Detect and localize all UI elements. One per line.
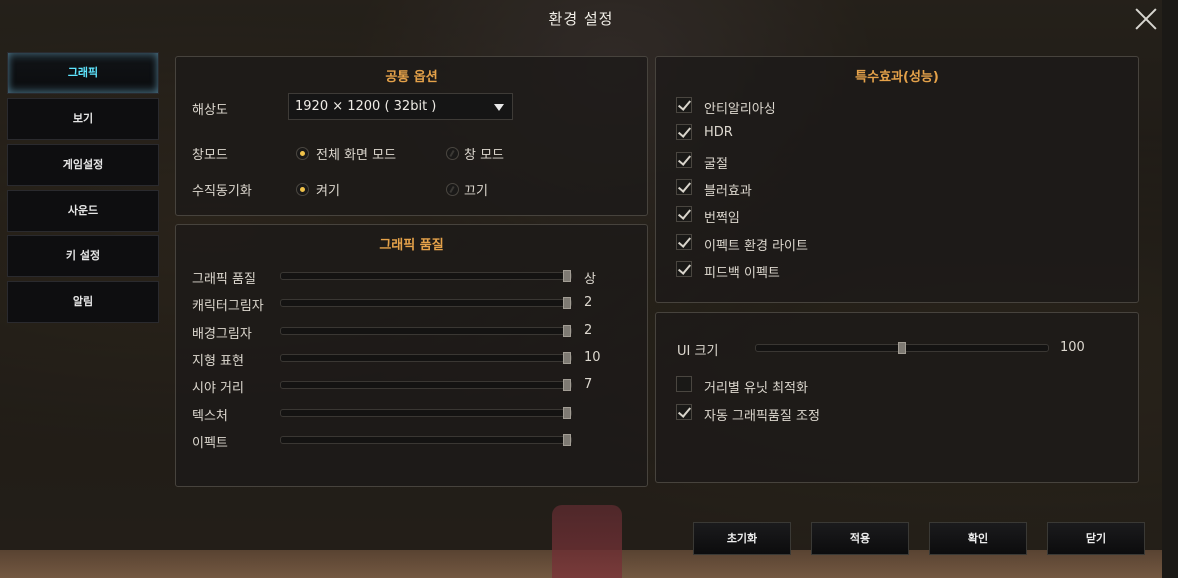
effect-checkbox[interactable] [676,152,692,168]
windowed-radio[interactable] [446,147,459,160]
quality-slider-label: 캐릭터그림자 [192,299,264,314]
auto-graphics-quality-label: 자동 그래픽품질 조정 [704,409,820,424]
quality-slider-label: 지형 표현 [192,354,244,369]
window-title: 환경 설정 [548,10,614,28]
effect-checkbox[interactable] [676,124,692,140]
quality-slider-value: 10 [584,350,601,365]
sidebar-item-notifications[interactable]: 알림 [7,281,159,323]
quality-slider-handle[interactable] [563,325,571,337]
special-effects-title: 특수효과(성능) [855,70,939,85]
fullscreen-label: 전체 화면 모드 [316,148,397,163]
background-character [552,505,622,578]
distance-unit-optimization-label: 거리별 유닛 최적화 [704,381,808,396]
ui-options-panel [655,312,1139,483]
ui-size-value: 100 [1060,340,1085,355]
windowed-label: 창 모드 [464,148,505,163]
graphics-quality-title: 그래픽 품질 [379,238,444,253]
quality-slider[interactable] [280,434,572,446]
effect-checkbox[interactable] [676,261,692,277]
quality-slider-handle[interactable] [563,407,571,419]
fullscreen-radio[interactable] [296,147,309,160]
quality-slider-handle[interactable] [563,352,571,364]
effect-label: 피드백 이펙트 [704,266,780,281]
auto-graphics-quality-checkbox[interactable] [676,404,692,420]
quality-slider-handle[interactable] [563,297,571,309]
quality-slider[interactable] [280,379,572,391]
quality-slider-label: 이펙트 [192,436,228,451]
effect-checkbox[interactable] [676,179,692,195]
sidebar-item-graphics[interactable]: 그래픽 [7,52,159,94]
ui-size-slider-handle[interactable] [898,342,906,354]
effect-label: 블러효과 [704,184,752,199]
quality-slider[interactable] [280,407,572,419]
quality-slider-label: 그래픽 품질 [192,272,256,287]
quality-slider-value: 2 [584,323,593,338]
confirm-button[interactable]: 확인 [929,522,1027,555]
sidebar-item-game-settings[interactable]: 게임설정 [7,144,159,186]
effect-label: HDR [704,125,733,140]
quality-slider-label: 배경그림자 [192,327,252,342]
quality-slider-value: 2 [584,295,593,310]
sidebar-item-view[interactable]: 보기 [7,98,159,140]
window-mode-label: 창모드 [192,148,228,163]
apply-button[interactable]: 적용 [811,522,909,555]
quality-slider[interactable] [280,352,572,364]
quality-slider[interactable] [280,270,572,282]
common-options-title: 공통 옵션 [385,70,438,85]
quality-slider-handle[interactable] [563,379,571,391]
reset-button[interactable]: 초기화 [693,522,791,555]
close-button[interactable]: 닫기 [1047,522,1145,555]
quality-slider-value: 7 [584,377,593,392]
sidebar-item-sound[interactable]: 사운드 [7,190,159,232]
ui-size-slider[interactable] [755,342,1049,354]
quality-slider[interactable] [280,325,572,337]
resolution-value: 1920 × 1200 ( 32bit ) [295,99,437,114]
ui-size-label: UI 크기 [677,344,719,359]
window-edge-strip [1162,0,1178,578]
sidebar-item-key-settings[interactable]: 키 설정 [7,235,159,277]
vsync-on-radio[interactable] [296,183,309,196]
quality-slider-label: 텍스처 [192,409,228,424]
effect-label: 굴절 [704,157,728,172]
quality-slider-handle[interactable] [563,270,571,282]
effect-checkbox[interactable] [676,206,692,222]
effect-checkbox[interactable] [676,234,692,250]
quality-slider-value: 상 [584,272,596,287]
resolution-select[interactable]: 1920 × 1200 ( 32bit ) [288,93,513,120]
quality-slider-handle[interactable] [563,434,571,446]
effect-label: 이펙트 환경 라이트 [704,239,808,254]
effect-label: 안티알리아싱 [704,102,776,117]
distance-unit-optimization-checkbox[interactable] [676,376,692,392]
vsync-label: 수직동기화 [192,184,252,199]
close-icon[interactable] [1132,5,1160,33]
dropdown-arrow-icon [494,104,504,111]
vsync-on-label: 켜기 [316,184,340,199]
vsync-off-label: 끄기 [464,184,488,199]
resolution-label: 해상도 [192,103,228,118]
vsync-off-radio[interactable] [446,183,459,196]
quality-slider[interactable] [280,297,572,309]
effect-checkbox[interactable] [676,97,692,113]
effect-label: 번쩍임 [704,211,740,226]
quality-slider-label: 시야 거리 [192,381,244,396]
